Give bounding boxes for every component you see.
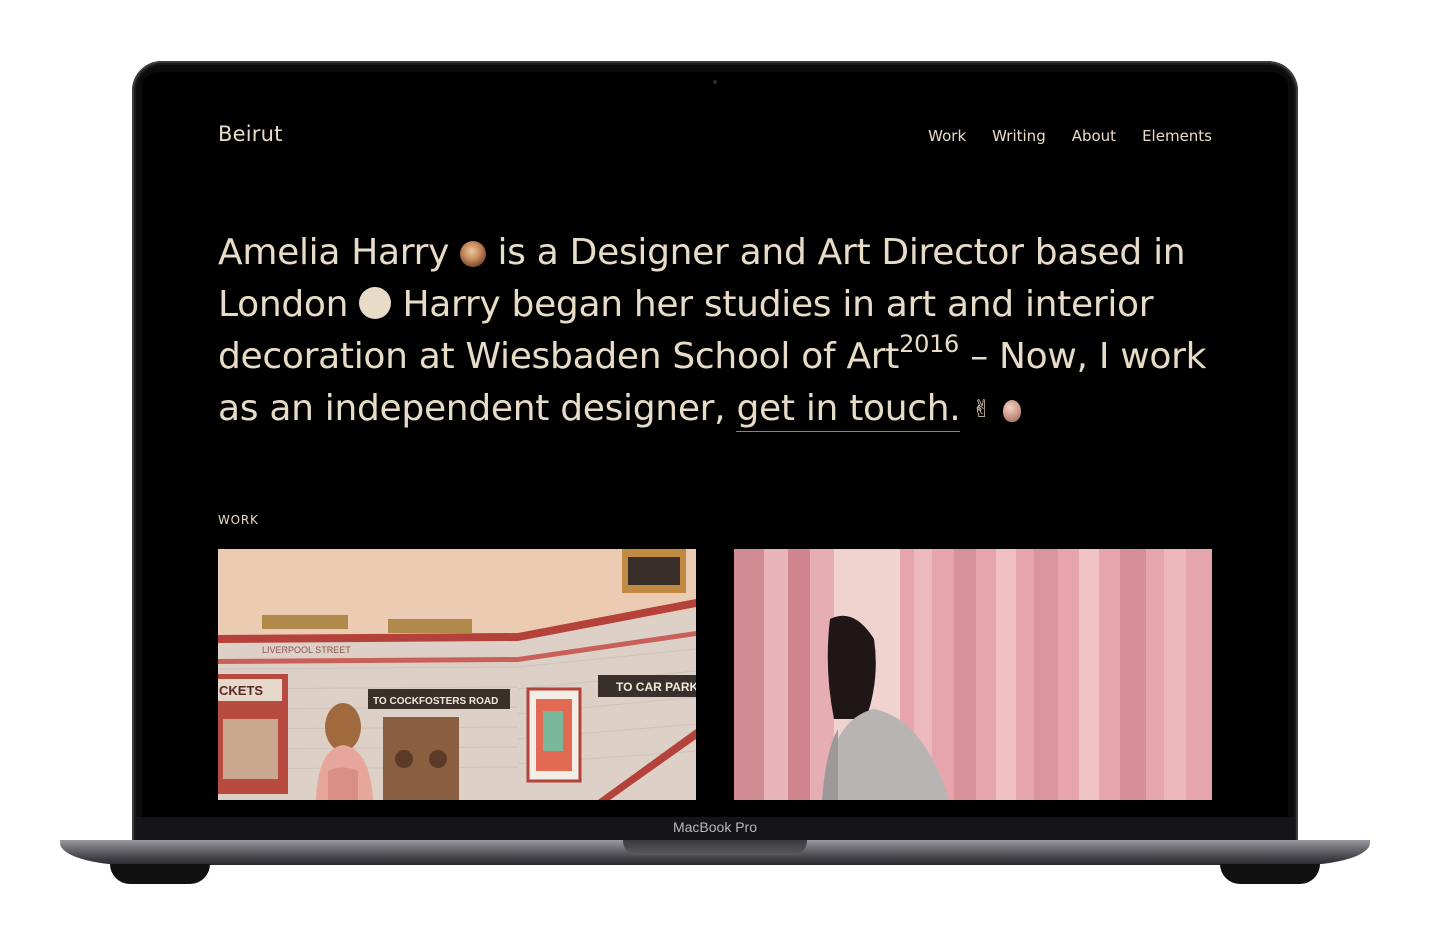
curtain-photo <box>734 549 1212 800</box>
sign-car-park: TO CAR PARK <box>616 680 696 694</box>
get-in-touch-link[interactable]: get in touch. <box>736 388 961 432</box>
hero-year: 2016 <box>899 330 960 358</box>
nav-link-work[interactable]: Work <box>928 127 966 145</box>
sign-tickets: CKETS <box>219 683 263 698</box>
hero-name: Amelia Harry <box>218 232 450 273</box>
camera-icon <box>713 80 717 84</box>
work-section-label: WORK <box>218 513 259 527</box>
nav-link-about[interactable]: About <box>1072 127 1116 145</box>
macbook-mockup: Beirut Work Writing About Elements Ameli… <box>0 0 1430 948</box>
circle-icon <box>359 287 392 319</box>
work-card-station[interactable]: LIVERPOOL STREET CKETS TO COCKFOSTERS RO… <box>218 549 696 800</box>
site-logo[interactable]: Beirut <box>218 122 283 146</box>
station-photo: LIVERPOOL STREET CKETS TO COCKFOSTERS RO… <box>218 549 696 800</box>
avatar <box>460 241 487 267</box>
laptop-foot-left <box>110 864 210 884</box>
pebble-icon <box>1002 400 1021 422</box>
sign-cockfosters: TO COCKFOSTERS ROAD <box>373 696 498 707</box>
lid-notch <box>623 840 807 855</box>
laptop-foot-right <box>1220 864 1320 884</box>
work-card-curtain[interactable] <box>734 549 1212 800</box>
laptop-screen: Beirut Work Writing About Elements Ameli… <box>142 72 1288 817</box>
nav-link-writing[interactable]: Writing <box>992 127 1046 145</box>
device-label: MacBook Pro <box>672 819 758 835</box>
nav-link-elements[interactable]: Elements <box>1142 127 1212 145</box>
main-nav: Work Writing About Elements <box>928 127 1212 145</box>
hero-intro: Amelia Harry is a Designer and Art Direc… <box>218 227 1228 435</box>
sign-liverpool-street: LIVERPOOL STREET <box>262 645 351 655</box>
peace-hand-icon: ✌ <box>971 395 992 423</box>
